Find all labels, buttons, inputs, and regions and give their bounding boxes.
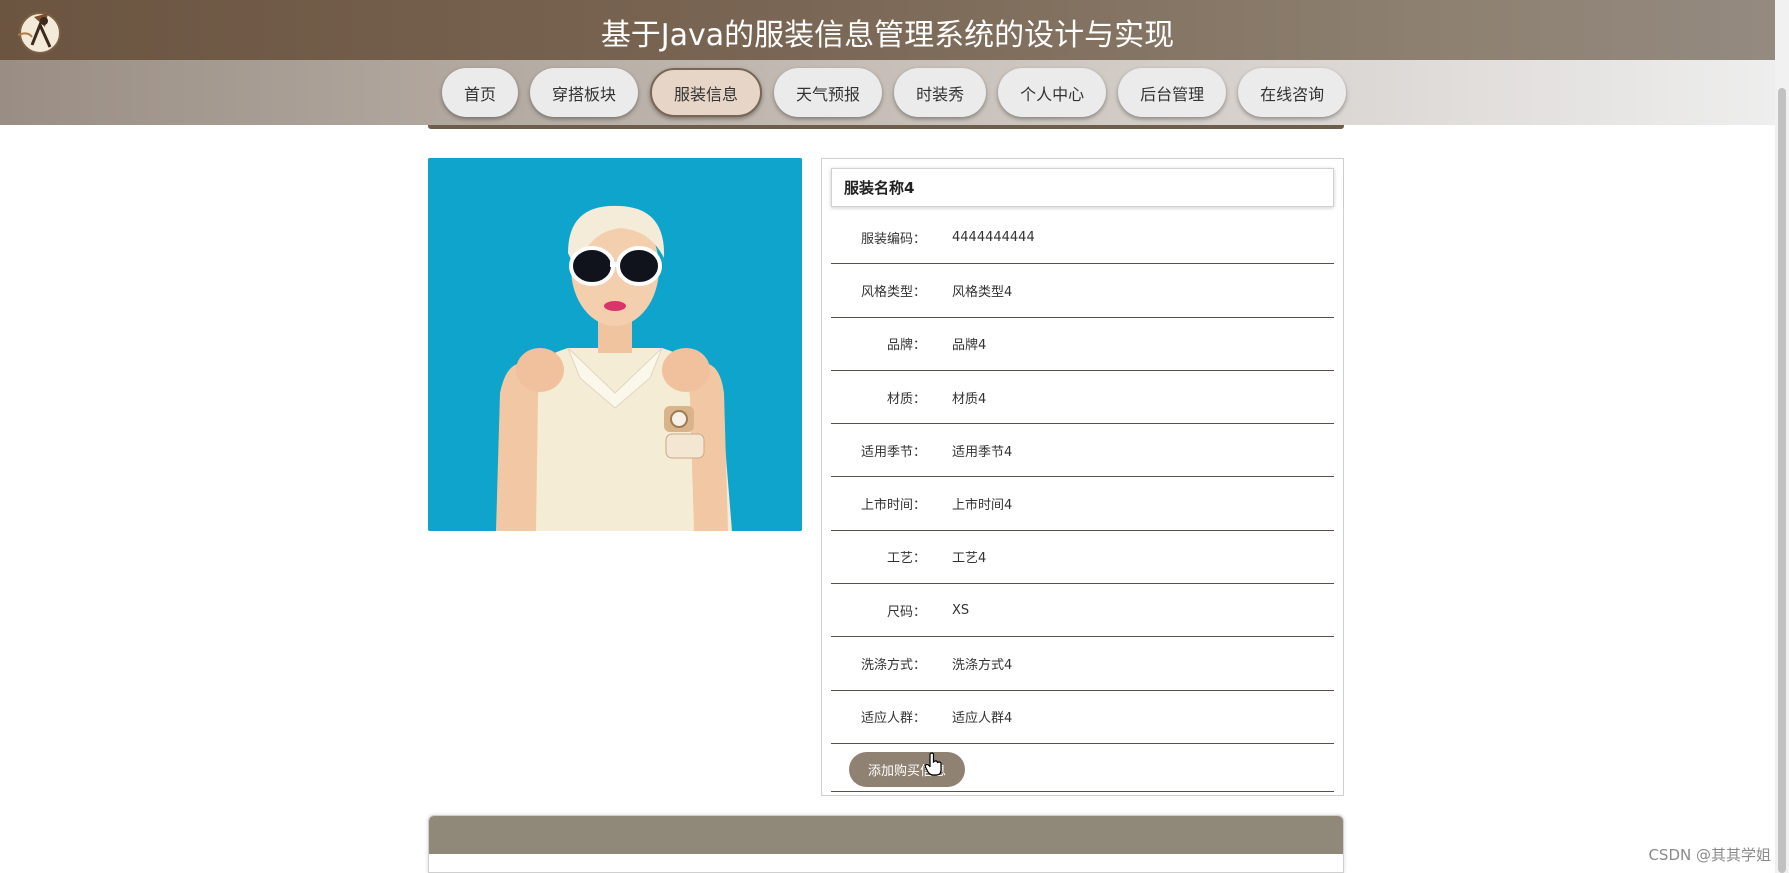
product-field-row: 品牌： 品牌4	[831, 318, 1334, 371]
scrollbar-thumb[interactable]	[1778, 88, 1786, 873]
nav-item-home[interactable]: 首页	[442, 68, 519, 117]
field-value-brand: 品牌4	[952, 338, 987, 354]
product-name: 服装名称4	[831, 168, 1334, 207]
field-value-release-date: 上市时间4	[952, 498, 1013, 514]
field-value-craft: 工艺4	[952, 551, 987, 567]
field-value-season: 适用季节4	[952, 444, 1013, 460]
nav-item-admin[interactable]: 后台管理	[1118, 68, 1227, 117]
field-label-size: 尺码：	[886, 604, 926, 620]
product-image	[428, 158, 802, 531]
content-top-divider	[428, 125, 1344, 129]
product-field-row: 尺码： XS	[831, 584, 1334, 638]
field-value-target-group: 适应人群4	[952, 711, 1013, 727]
product-field-row: 服装编码： 4444444444	[831, 211, 1334, 265]
field-value-style: 风格类型4	[952, 284, 1013, 300]
nav-item-personal-center[interactable]: 个人中心	[998, 68, 1107, 117]
field-value-washing: 洗涤方式4	[952, 658, 1013, 674]
product-field-list: 服装编码： 4444444444 风格类型： 风格类型4 品牌： 品牌4 材质：…	[831, 211, 1334, 744]
nav-item-clothing-info[interactable]: 服装信息	[650, 68, 763, 117]
add-purchase-button[interactable]: 添加购买信息	[849, 752, 965, 787]
watermark: CSDN @其其学姐	[1648, 846, 1771, 864]
nav-item-weather[interactable]: 天气预报	[774, 68, 883, 117]
site-header: 基于Java的服装信息管理系统的设计与实现	[0, 0, 1775, 60]
field-label-target-group: 适应人群：	[860, 711, 926, 727]
product-field-row: 适应人群： 适应人群4	[831, 691, 1334, 744]
product-photo-illustration	[428, 158, 802, 531]
field-label-brand: 品牌：	[886, 338, 926, 354]
field-value-material: 材质4	[952, 391, 987, 407]
product-field-row: 工艺： 工艺4	[831, 531, 1334, 585]
field-label-material: 材质：	[886, 391, 926, 407]
main-nav: 首页 穿搭板块 服装信息 天气预报 时装秀 个人中心 后台管理 在线咨询	[442, 68, 1347, 117]
site-title: 基于Java的服装信息管理系统的设计与实现	[600, 18, 1175, 53]
product-field-row: 洗涤方式： 洗涤方式4	[831, 637, 1334, 691]
nav-item-online-consult[interactable]: 在线咨询	[1238, 68, 1347, 117]
field-label-code: 服装编码：	[860, 231, 926, 247]
main-nav-bar: 首页 穿搭板块 服装信息 天气预报 时装秀 个人中心 后台管理 在线咨询	[0, 60, 1775, 125]
product-field-row: 材质： 材质4	[831, 371, 1334, 425]
product-field-row: 适用季节： 适用季节4	[831, 424, 1334, 478]
action-row: 添加购买信息	[831, 744, 1334, 792]
field-label-craft: 工艺：	[886, 551, 926, 567]
bottom-panel	[428, 815, 1344, 873]
nav-item-outfits[interactable]: 穿搭板块	[530, 68, 639, 117]
pointer-cursor-icon	[924, 752, 942, 776]
page-scrollbar[interactable]	[1775, 0, 1789, 873]
field-label-release-date: 上市时间：	[860, 498, 926, 514]
field-value-code: 4444444444	[952, 229, 1035, 245]
bottom-panel-header	[429, 816, 1343, 854]
nav-item-fashion-show[interactable]: 时装秀	[894, 68, 987, 117]
product-field-row: 风格类型： 风格类型4	[831, 264, 1334, 318]
field-label-washing: 洗涤方式：	[860, 658, 926, 674]
field-value-size: XS	[952, 602, 970, 618]
field-label-style: 风格类型：	[860, 284, 926, 300]
product-detail-panel: 服装名称4 服装编码： 4444444444 风格类型： 风格类型4 品牌： 品…	[821, 158, 1344, 796]
product-field-row: 上市时间： 上市时间4	[831, 477, 1334, 531]
field-label-season: 适用季节：	[860, 444, 926, 460]
